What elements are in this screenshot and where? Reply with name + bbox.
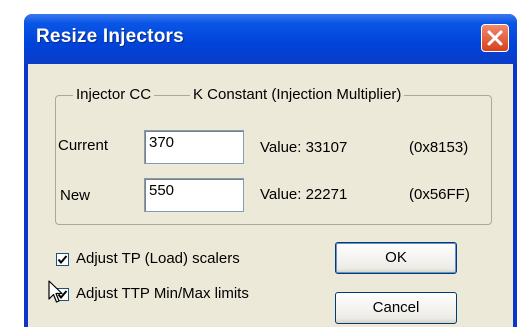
new-k-hex: (0x56FF) <box>409 186 470 203</box>
new-k-value: Value: 22271 <box>260 186 348 203</box>
current-cc-input[interactable]: 370 <box>144 130 244 164</box>
cancel-button[interactable]: Cancel <box>335 292 457 324</box>
new-cc-input[interactable]: 550 <box>144 178 244 212</box>
ok-button[interactable]: OK <box>335 242 457 274</box>
adjust-ttp-label[interactable]: Adjust TTP Min/Max limits <box>76 285 249 302</box>
adjust-tp-label[interactable]: Adjust TP (Load) scalers <box>76 250 240 267</box>
injector-groupbox <box>55 95 492 225</box>
current-k-hex: (0x8153) <box>409 139 469 156</box>
new-label: New <box>60 187 91 204</box>
injector-cc-header: Injector CC <box>73 86 155 103</box>
current-label: Current <box>58 137 109 154</box>
close-button[interactable] <box>481 24 509 52</box>
dialog-client-area: Injector CC K Constant (Injection Multip… <box>28 64 513 327</box>
adjust-tp-checkbox[interactable] <box>56 253 69 266</box>
checkmark-icon <box>57 255 68 265</box>
dialog-title: Resize Injectors <box>36 26 184 47</box>
resize-injectors-dialog: Resize Injectors Injector CC K Constant … <box>24 14 517 327</box>
close-x-icon <box>487 30 503 46</box>
k-constant-header: K Constant (Injection Multiplier) <box>190 86 405 103</box>
title-bar[interactable]: Resize Injectors <box>24 14 517 64</box>
mouse-pointer-icon <box>48 280 63 303</box>
current-k-value: Value: 33107 <box>260 139 348 156</box>
